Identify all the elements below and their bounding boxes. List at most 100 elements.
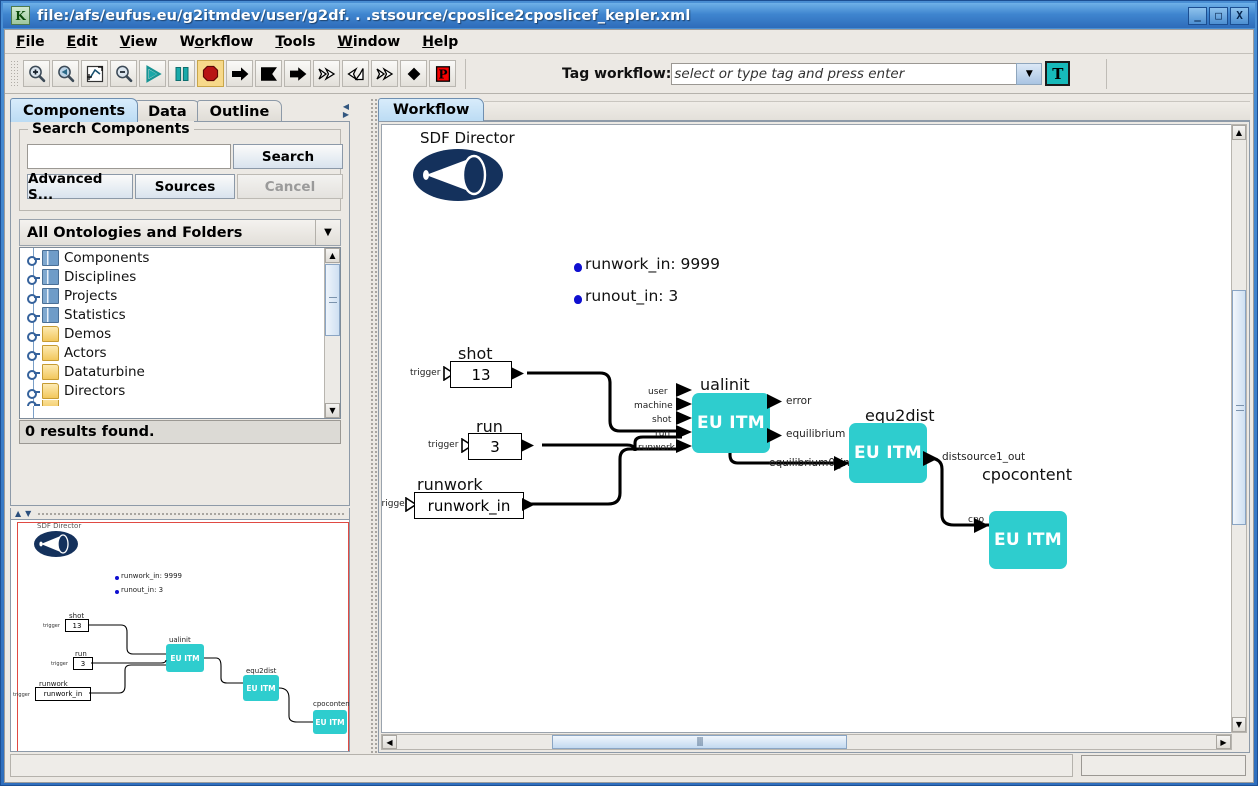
splitter-up-icon[interactable]: ▲ <box>15 509 21 518</box>
canvas-scroll-left-icon[interactable]: ◀ <box>382 735 397 749</box>
run-icon[interactable] <box>139 60 166 87</box>
canvas-hscroll-thumb[interactable]: ||| <box>552 735 847 749</box>
zoom-out-icon[interactable] <box>110 60 137 87</box>
param-shot-value: 13 <box>471 365 491 384</box>
expand-handle-icon[interactable] <box>26 327 40 342</box>
zoom-reset-icon[interactable] <box>52 60 79 87</box>
step-icon[interactable] <box>226 60 253 87</box>
folder-icon <box>42 363 59 380</box>
tag-apply-button[interactable]: T <box>1045 61 1071 86</box>
canvas-scroll-right-icon[interactable]: ▶ <box>1216 735 1231 749</box>
canvas-scroll-up-icon[interactable]: ▲ <box>1232 125 1246 140</box>
scroll-up-icon[interactable]: ▲ <box>325 248 340 263</box>
scroll-down-icon[interactable]: ▼ <box>325 403 340 418</box>
expand-handle-icon[interactable] <box>26 400 40 406</box>
chevron-down-icon[interactable]: ▼ <box>315 220 340 245</box>
expand-handle-icon[interactable] <box>26 365 40 380</box>
actor-ualinit[interactable]: EU ITM <box>692 393 770 453</box>
menu-window[interactable]: Window <box>326 32 411 52</box>
outline-wires <box>89 624 313 723</box>
tree-item-disciplines[interactable]: Disciplines <box>20 267 340 286</box>
double-arrow-icon[interactable] <box>313 60 340 87</box>
menu-edit[interactable]: Edit <box>56 32 109 52</box>
actor-cpocontent[interactable]: EU ITM <box>989 511 1067 569</box>
actor-equ2dist[interactable]: EU ITM <box>849 423 927 483</box>
flag-icon[interactable] <box>255 60 282 87</box>
tag-workflow-group: Tag workflow: select or type tag and pre… <box>562 61 1071 86</box>
tree-item-label: Statistics <box>64 306 126 323</box>
pause-run-icon[interactable]: P <box>429 60 456 87</box>
tree-item-dataturbine[interactable]: Dataturbine <box>20 362 340 381</box>
param-run-trigger-label: trigger <box>428 440 459 450</box>
close-button[interactable]: X <box>1230 6 1249 25</box>
expand-handle-icon[interactable] <box>26 270 40 285</box>
canvas-scroll-down-icon[interactable]: ▼ <box>1232 717 1246 732</box>
tree-item-partial[interactable] <box>20 400 340 406</box>
expand-handle-icon[interactable] <box>26 346 40 361</box>
expand-handle-icon[interactable] <box>26 289 40 304</box>
splitter-down-icon[interactable]: ▼ <box>25 509 31 518</box>
workflow-outline-thumbnail[interactable]: SDF Director runwork_in: 9999 runout_in:… <box>10 519 350 752</box>
param-box-shot[interactable]: 13 <box>450 361 512 388</box>
tree-item-statistics[interactable]: Statistics <box>20 305 340 324</box>
tag-workflow-input[interactable]: select or type tag and press enter <box>671 62 1017 85</box>
param-box-run[interactable]: 3 <box>468 433 522 460</box>
tree-vertical-scrollbar[interactable]: ▲ ▼ <box>324 248 340 418</box>
search-group-title: Search Components <box>28 121 194 137</box>
tree-item-demos[interactable]: Demos <box>20 324 340 343</box>
canvas-scrollbar-thumb[interactable] <box>1232 290 1246 525</box>
search-button-row: Advanced S... Sources Cancel <box>27 171 343 203</box>
search-button[interactable]: Search <box>233 144 343 169</box>
maximize-button[interactable]: □ <box>1209 6 1228 25</box>
arrow-back-icon[interactable] <box>342 60 369 87</box>
menu-file[interactable]: File <box>5 32 56 52</box>
menu-help[interactable]: Help <box>411 32 469 52</box>
menu-tools[interactable]: Tools <box>264 32 326 52</box>
stop-icon[interactable] <box>197 60 224 87</box>
tab-data[interactable]: Data <box>135 100 200 122</box>
scrollbar-thumb[interactable] <box>325 264 340 336</box>
canvas-vertical-scrollbar[interactable]: ▲ ▼ <box>1231 124 1247 733</box>
port-label-error: error <box>786 395 812 407</box>
tree-item-label: Disciplines <box>64 268 137 285</box>
tab-components[interactable]: Components <box>10 98 139 122</box>
tree-item-directors[interactable]: Directors <box>20 381 340 400</box>
diamond-icon[interactable] <box>400 60 427 87</box>
sources-button[interactable]: Sources <box>135 174 235 199</box>
menu-workflow[interactable]: Workflow <box>169 32 265 52</box>
expand-handle-icon[interactable] <box>26 251 40 266</box>
tree-item-label: Dataturbine <box>64 363 145 380</box>
ontology-selector[interactable]: All Ontologies and Folders ▼ <box>19 219 341 246</box>
tree-item-actors[interactable]: Actors <box>20 343 340 362</box>
vertical-splitter[interactable] <box>370 98 378 753</box>
port-label-run: run <box>655 429 671 439</box>
expand-handle-icon[interactable] <box>26 384 40 399</box>
canvas-horizontal-scrollbar[interactable]: ◀ ||| ▶ <box>381 734 1232 750</box>
search-input[interactable] <box>27 144 231 169</box>
toolbar-drag-handle[interactable] <box>10 59 19 88</box>
tab-scroll-arrows[interactable]: ◀ ▶ <box>340 100 352 122</box>
advanced-search-button[interactable]: Advanced S... <box>27 171 133 203</box>
canvas-hscroll-track[interactable]: ||| <box>397 735 1216 749</box>
panel-splitter[interactable]: ▲ ▼ <box>10 508 350 519</box>
ontology-selector-label: All Ontologies and Folders <box>27 224 243 241</box>
param-box-runwork[interactable]: runwork_in <box>414 492 524 519</box>
tab-scroll-right-icon[interactable]: ▶ <box>343 111 349 119</box>
arrow-solid-icon[interactable] <box>284 60 311 87</box>
menu-view[interactable]: View <box>109 32 169 52</box>
tree-item-components[interactable]: Components <box>20 248 340 267</box>
pause-icon[interactable] <box>168 60 195 87</box>
double-arrow2-icon[interactable] <box>371 60 398 87</box>
ontology-tree[interactable]: Components Disciplines Projects Statisti… <box>19 247 341 419</box>
tab-outline[interactable]: Outline <box>196 100 283 122</box>
tab-workflow[interactable]: Workflow <box>378 98 485 121</box>
left-panel: Components Data Outline ◀ ▶ Search Compo… <box>10 98 368 753</box>
tab-filler <box>484 101 1250 121</box>
zoom-in-icon[interactable] <box>23 60 50 87</box>
minimize-button[interactable]: _ <box>1188 6 1207 25</box>
expand-handle-icon[interactable] <box>26 308 40 323</box>
workflow-canvas[interactable]: SDF Director runwork_in: 9999 runout_in:… <box>381 124 1232 733</box>
zoom-fit-icon[interactable] <box>81 60 108 87</box>
tree-item-projects[interactable]: Projects <box>20 286 340 305</box>
chevron-down-icon[interactable]: ▼ <box>1016 62 1043 85</box>
